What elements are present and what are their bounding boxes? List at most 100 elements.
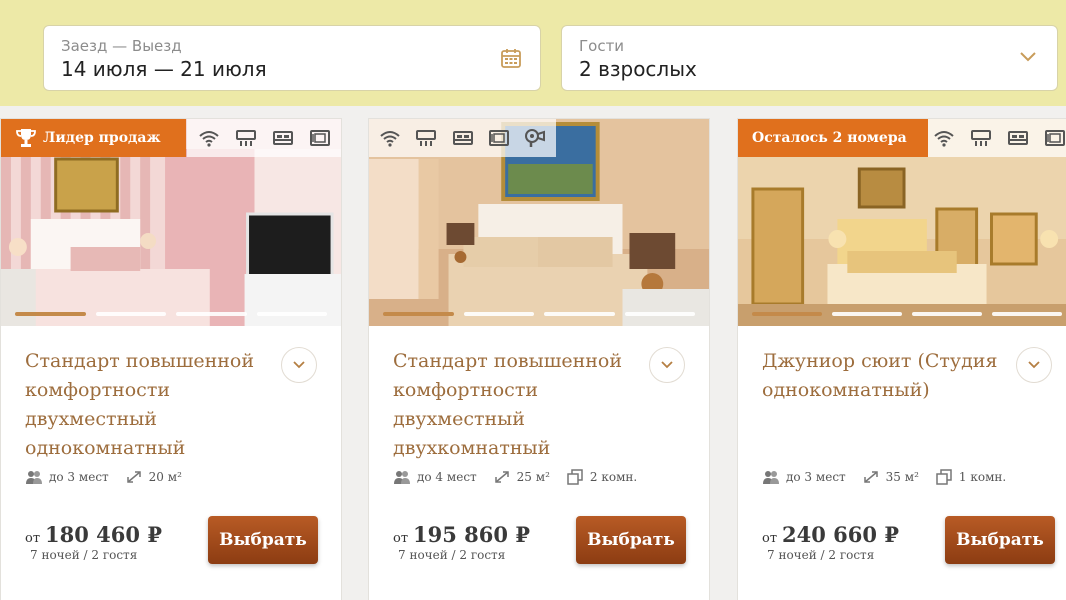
photo-dot[interactable] [992,312,1062,316]
capacity-text: до 3 мест [786,470,846,484]
price-value: 195 860 ₽ [413,522,530,547]
photo-dot[interactable] [15,312,86,316]
room-specs: до 3 мест 20 м² [25,469,192,485]
air-conditioner-icon [230,126,261,150]
room-title[interactable]: Стандарт повышенной комфортности двухмес… [393,347,643,463]
photo-pagination [15,312,327,316]
dates-label: Заезд — Выезд [61,37,182,55]
expand-button[interactable] [1016,347,1052,383]
guests-icon [25,469,43,485]
photo-dot[interactable] [463,312,534,316]
dates-value: 14 июля — 21 июля [61,57,267,81]
price-from: от [25,531,41,546]
price-block: от 240 660 ₽ 7 ночей / 2 гостя [762,522,899,562]
amenities-strip [187,119,341,157]
rooms-spec: 1 комн. [935,469,1006,485]
safe-icon [304,126,335,150]
area-spec: 20 м² [125,469,182,485]
guests-icon [762,469,780,485]
room-photo[interactable]: Лидер продаж [1,119,341,326]
room-card: Лидер продаж Стандарт повышенной комфорт… [0,118,342,600]
capacity-spec: до 3 мест [25,469,109,485]
photo-dot[interactable] [912,312,982,316]
photo-pagination [752,312,1062,316]
area-spec: 35 м² [862,469,919,485]
rooms-text: 1 комн. [958,470,1007,484]
area-icon [862,469,880,485]
dates-field[interactable]: Заезд — Выезд 14 июля — 21 июля [43,25,541,91]
capacity-spec: до 3 мест [762,469,846,485]
price-block: от 180 460 ₽ 7 ночей / 2 гостя [25,522,162,562]
rooms-left-badge: Осталось 2 номера [738,119,928,157]
select-button[interactable]: Выбрать [576,516,686,564]
price-from: от [393,531,409,546]
air-conditioner-icon [411,126,441,150]
photo-pagination [383,312,695,316]
price-from: от [762,531,778,546]
area-text: 25 м² [516,470,550,484]
safe-icon [484,126,514,150]
rooms-text: 2 комн. [589,470,638,484]
photo-dot[interactable] [832,312,902,316]
chevron-down-icon [1028,361,1040,369]
area-icon [493,469,511,485]
room-title[interactable]: Стандарт повышенной комфортности двухмес… [25,347,275,463]
air-conditioner-icon [965,126,996,150]
select-button[interactable]: Выбрать [945,516,1055,564]
photo-dot[interactable] [624,312,695,316]
wifi-icon [928,126,959,150]
room-card: Осталось 2 номера Джуниор сюит (Студия о… [737,118,1066,600]
bed-icon [267,126,298,150]
search-bar: Заезд — Выезд 14 июля — 21 июля Гости 2 … [0,0,1066,106]
guests-icon [393,469,411,485]
amenities-strip [369,119,556,157]
badge-text: Осталось 2 номера [752,130,907,146]
bestseller-badge: Лидер продаж [1,119,186,157]
photo-dot[interactable] [752,312,822,316]
calendar-icon[interactable] [500,47,522,69]
photo-dot[interactable] [383,312,454,316]
photo-dot[interactable] [256,312,327,316]
price-value: 240 660 ₽ [782,522,899,547]
expand-button[interactable] [649,347,685,383]
photo-dot[interactable] [176,312,247,316]
area-text: 35 м² [885,470,919,484]
room-photo[interactable]: Осталось 2 номера [738,119,1066,326]
price-value: 180 460 ₽ [45,522,162,547]
wifi-icon [193,126,224,150]
photo-dot[interactable] [544,312,615,316]
guests-field[interactable]: Гости 2 взрослых [561,25,1058,91]
price-block: от 195 860 ₽ 7 ночей / 2 гостя [393,522,530,562]
room-photo[interactable] [369,119,709,326]
guests-value: 2 взрослых [579,57,697,81]
area-icon [125,469,143,485]
room-specs: до 3 мест 35 м² 1 комн. [762,469,1016,485]
chevron-down-icon [661,361,673,369]
room-specs: до 4 мест 25 м² 2 комн. [393,469,647,485]
chevron-down-icon [293,361,305,369]
rooms-icon [566,469,584,485]
area-text: 20 м² [148,470,182,484]
badge-text: Лидер продаж [43,130,161,146]
room-title[interactable]: Джуниор сюит (Студия однокомнатный) [762,347,1012,405]
capacity-text: до 3 мест [49,470,109,484]
rooms-spec: 2 комн. [566,469,637,485]
photo-dot[interactable] [95,312,166,316]
price-note: 7 ночей / 2 гостя [30,548,138,562]
trophy-icon [16,129,36,147]
chevron-down-icon[interactable] [1019,51,1037,63]
price-note: 7 ночей / 2 гостя [398,548,506,562]
capacity-spec: до 4 мест [393,469,477,485]
safe-icon [1039,126,1066,150]
expand-button[interactable] [281,347,317,383]
price-note: 7 ночей / 2 гостя [767,548,875,562]
room-card: Стандарт повышенной комфортности двухмес… [368,118,710,600]
select-button[interactable]: Выбрать [208,516,318,564]
rooms-icon [935,469,953,485]
hairdryer-icon [520,126,550,150]
guests-label: Гости [579,37,625,55]
amenities-strip [922,119,1066,157]
bed-icon [1002,126,1033,150]
wifi-icon [375,126,405,150]
area-spec: 25 м² [493,469,550,485]
